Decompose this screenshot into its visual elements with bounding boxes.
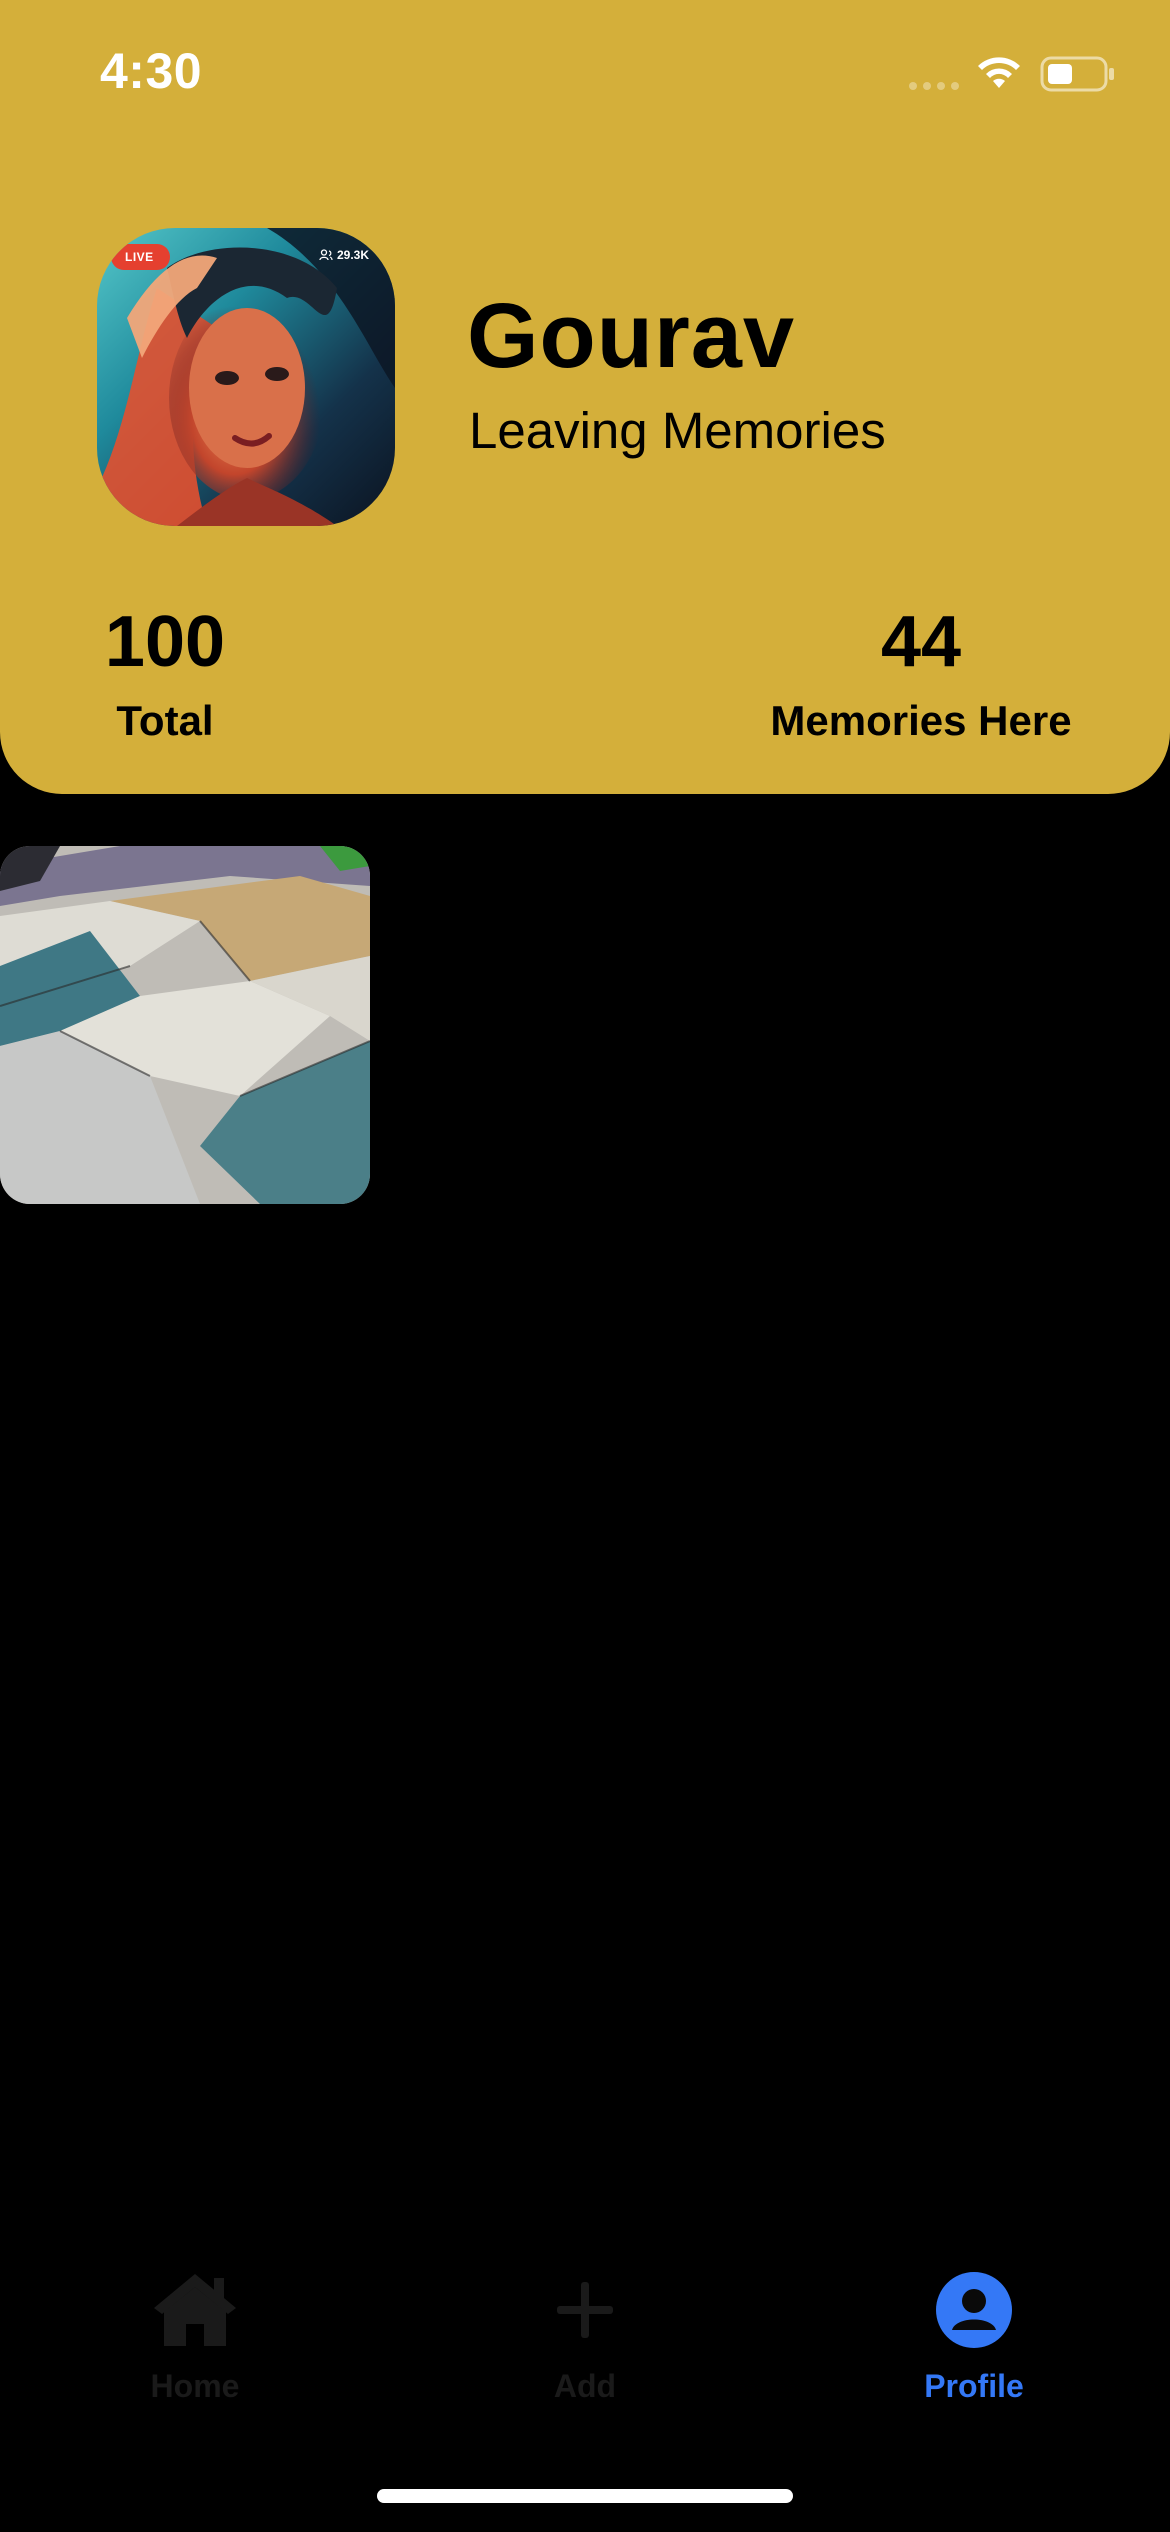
cellular-signal-icon <box>909 82 959 90</box>
viewer-count: 29.3K <box>319 248 369 262</box>
tab-profile-label: Profile <box>924 2368 1024 2404</box>
stat-memories-here: 44 Memories Here <box>740 606 1102 742</box>
viewer-count-value: 29.3K <box>336 248 369 262</box>
profile-header-card: 4:30 LIVE 29.3K Gourav Leaving Memories … <box>0 0 1170 794</box>
house-icon <box>75 2270 315 2354</box>
status-bar: 4:30 <box>0 0 1170 150</box>
plus-icon <box>465 2270 705 2354</box>
wifi-icon <box>978 57 1020 88</box>
stat-memories-value: 44 <box>880 602 962 682</box>
memory-image <box>0 846 370 1204</box>
tab-add-label: Add <box>553 2368 617 2404</box>
tab-profile[interactable]: Profile <box>854 2270 1094 2430</box>
tab-home-label: Home <box>150 2368 240 2404</box>
avatar-image <box>97 228 395 526</box>
battery-icon <box>1040 56 1114 92</box>
viewers-icon <box>319 249 333 261</box>
profile-avatar[interactable]: LIVE 29.3K <box>97 228 395 526</box>
profile-name: Gourav <box>467 285 796 387</box>
live-badge: LIVE <box>111 244 170 270</box>
memory-thumbnail[interactable] <box>0 846 370 1204</box>
stat-total-label: Total <box>116 697 214 744</box>
home-indicator <box>377 2489 793 2503</box>
stat-memories-label: Memories Here <box>770 697 1072 744</box>
profile-subtitle: Leaving Memories <box>469 402 886 459</box>
tab-bar: Home Add Profile <box>0 2270 1170 2440</box>
stat-total: 100 Total <box>60 606 270 742</box>
stat-total-value: 100 <box>104 602 226 682</box>
status-time: 4:30 <box>100 43 203 99</box>
tab-home[interactable]: Home <box>75 2270 315 2430</box>
tab-add[interactable]: Add <box>465 2270 705 2430</box>
person-circle-icon <box>854 2270 1094 2354</box>
